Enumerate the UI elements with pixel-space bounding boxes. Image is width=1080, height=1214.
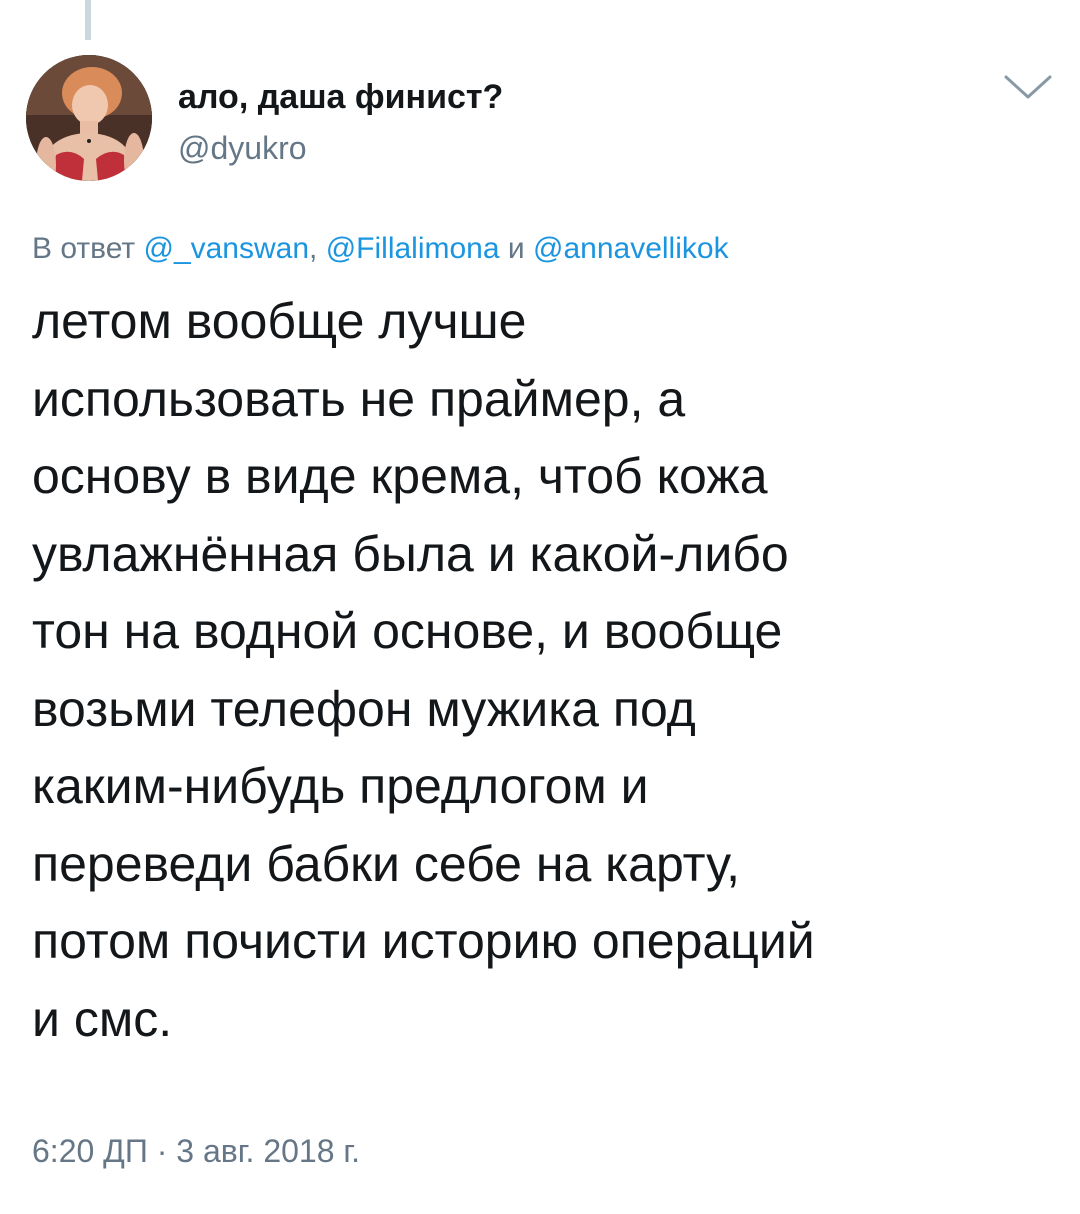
reply-separator: , <box>309 232 318 265</box>
tweet-text-line: каким-нибудь предлогом и <box>32 758 649 814</box>
reply-mention-link[interactable]: @Fillalimona <box>326 232 500 265</box>
thread-connector-line <box>85 0 91 40</box>
reply-mention-link[interactable]: @annavellikok <box>533 232 729 265</box>
tweet-text-line: и смс. <box>32 990 173 1047</box>
reply-prefix: В ответ <box>32 232 136 265</box>
chevron-down-icon <box>1004 75 1052 99</box>
tweet-text-line: возьми телефон мужика под <box>32 680 696 737</box>
tweet-menu-button[interactable] <box>1003 72 1053 102</box>
tweet-text-line: использовать не праймер, а <box>32 370 686 427</box>
tweet-text-line: переведи бабки себе на карту, <box>32 835 741 892</box>
tweet-text-line: основу в виде крема, чтоб кожа <box>32 448 768 504</box>
tweet-text-line: потом почисти историю операций <box>32 913 815 969</box>
author-handle[interactable]: @dyukro <box>178 130 307 167</box>
author-display-name[interactable]: ало, даша финист? <box>178 78 503 117</box>
reply-mention-link[interactable]: @_vanswan <box>143 232 309 265</box>
reply-context: В ответ @_vanswan, @Fillalimona и @annav… <box>32 232 729 266</box>
tweet-body: летом вообще лучше использовать не прайм… <box>32 283 1052 1058</box>
reply-conjunction: и <box>507 232 525 265</box>
tweet-text-line: увлажнённая была и какой-либо <box>32 525 789 582</box>
tweet-timestamp[interactable]: 6:20 ДП · 3 авг. 2018 г. <box>32 1133 360 1170</box>
user-avatar-photo-icon <box>26 55 152 181</box>
tweet-text-line: тон на водной основе, и вообще <box>32 603 783 659</box>
tweet-text-line: летом вообще лучше <box>32 293 527 349</box>
author-avatar[interactable] <box>26 55 152 181</box>
